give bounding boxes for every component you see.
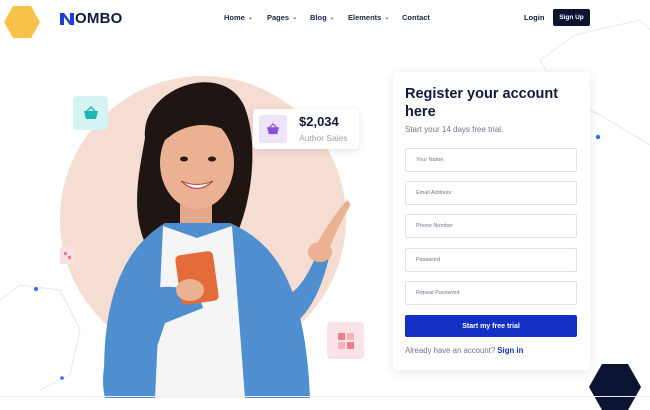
logo-text: OMBO bbox=[75, 10, 123, 27]
register-title: Register your account here bbox=[405, 86, 559, 120]
signin-prompt: Already have an account? Sign in bbox=[405, 346, 523, 355]
nav-contact[interactable]: Contact bbox=[402, 13, 430, 22]
shopping-basket-icon bbox=[83, 106, 98, 119]
section-divider bbox=[0, 396, 650, 397]
shopping-basket-icon bbox=[267, 123, 279, 135]
sales-icon-tile bbox=[259, 115, 287, 143]
logo-mark-icon bbox=[60, 12, 74, 25]
nav-home-label: Home bbox=[224, 13, 245, 22]
brand-logo[interactable]: OMBO bbox=[60, 10, 122, 27]
chevron-down-icon: ⌄ bbox=[329, 15, 335, 21]
nav-home[interactable]: Home ⌄ bbox=[224, 13, 253, 22]
signup-button[interactable]: Sign Up bbox=[553, 9, 590, 26]
sales-amount: $2,034 bbox=[299, 114, 339, 129]
small-grid-tile bbox=[60, 247, 75, 264]
nav-elements[interactable]: Elements ⌄ bbox=[348, 13, 389, 22]
name-field[interactable] bbox=[405, 148, 577, 172]
chevron-down-icon: ⌄ bbox=[247, 15, 253, 21]
password-field[interactable] bbox=[405, 248, 577, 272]
chevron-down-icon: ⌄ bbox=[384, 15, 390, 21]
email-field[interactable] bbox=[405, 181, 577, 205]
signin-prompt-text: Already have an account? bbox=[405, 346, 496, 355]
nav-pages-label: Pages bbox=[267, 13, 290, 22]
nav-pages[interactable]: Pages ⌄ bbox=[267, 13, 297, 22]
shopping-basket-tile bbox=[73, 96, 108, 130]
grid-squares-icon bbox=[337, 332, 354, 349]
grid-tile bbox=[327, 322, 364, 359]
login-link[interactable]: Login bbox=[524, 13, 544, 22]
nav-contact-label: Contact bbox=[402, 13, 430, 22]
signin-link[interactable]: Sign in bbox=[497, 346, 523, 355]
nav-elements-label: Elements bbox=[348, 13, 382, 22]
register-subtitle: Start your 14 days free trial. bbox=[405, 125, 504, 134]
register-card: Register your account here Start your 14… bbox=[393, 72, 590, 370]
nav-blog[interactable]: Blog ⌄ bbox=[310, 13, 335, 22]
author-sales-card: $2,034 Author Sales bbox=[253, 109, 359, 149]
phone-field[interactable] bbox=[405, 214, 577, 238]
repeat-password-field[interactable] bbox=[405, 281, 577, 305]
sales-label: Author Sales bbox=[299, 133, 348, 143]
grid-squares-icon bbox=[64, 252, 71, 259]
chevron-down-icon: ⌄ bbox=[292, 15, 298, 21]
start-trial-button[interactable]: Start my free trial bbox=[405, 315, 577, 337]
nav-blog-label: Blog bbox=[310, 13, 327, 22]
